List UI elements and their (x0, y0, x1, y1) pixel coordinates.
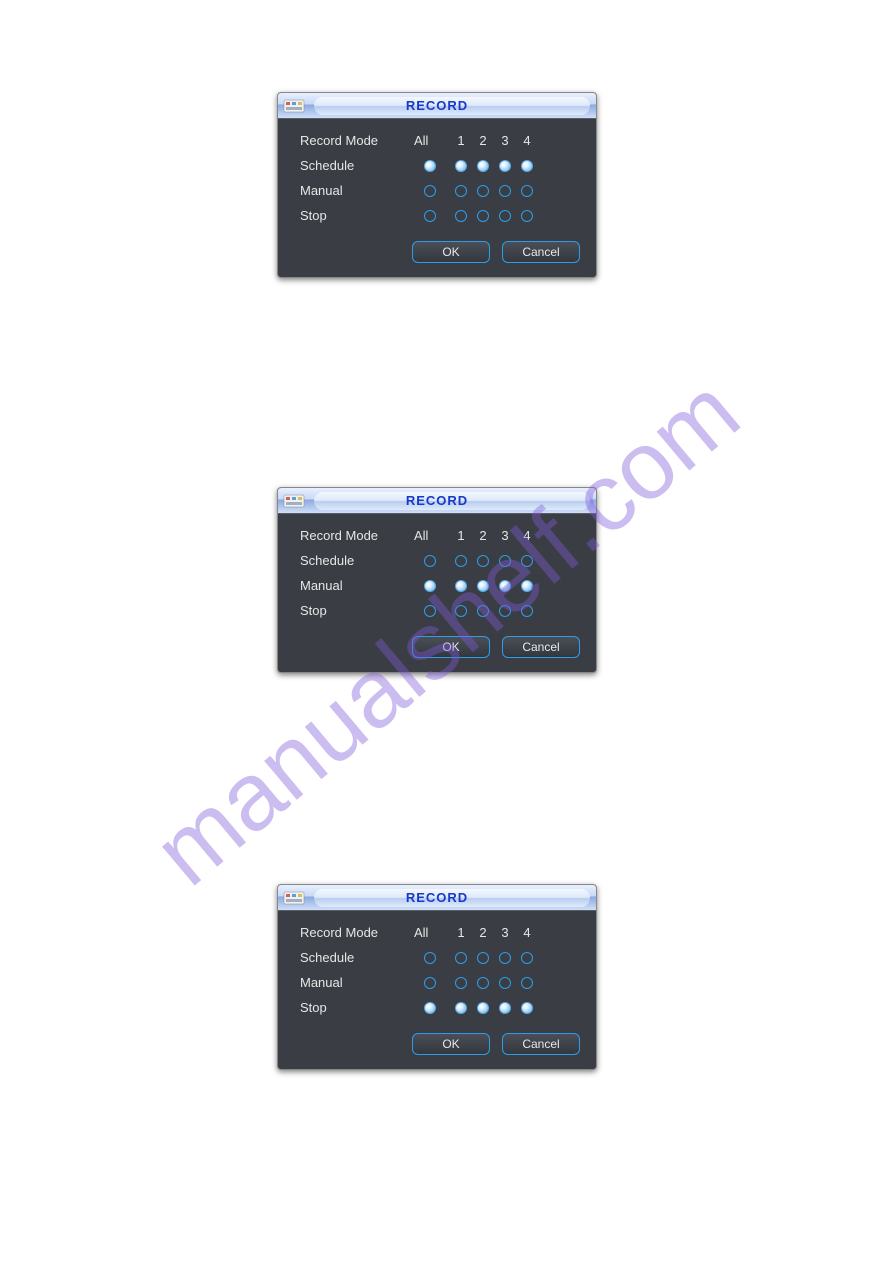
radio-manual-1[interactable] (455, 580, 467, 592)
radio-schedule-all[interactable] (424, 952, 436, 964)
header-ch1: 1 (450, 925, 472, 940)
radio-stop-1[interactable] (455, 605, 467, 617)
dialog-body: Record Mode All 1 2 3 4 Schedule Manual … (278, 911, 596, 1069)
cancel-button[interactable]: Cancel (502, 636, 580, 658)
radio-manual-4[interactable] (521, 185, 533, 197)
titlebar: RECORD (278, 488, 596, 514)
radio-manual-3[interactable] (499, 977, 511, 989)
radio-schedule-2[interactable] (477, 555, 489, 567)
header-ch2: 2 (472, 528, 494, 543)
radio-manual-2[interactable] (477, 977, 489, 989)
header-record-mode: Record Mode (300, 925, 410, 940)
radio-schedule-4[interactable] (521, 160, 533, 172)
radio-manual-1[interactable] (455, 185, 467, 197)
radio-stop-2[interactable] (477, 605, 489, 617)
row-label-schedule: Schedule (300, 553, 410, 568)
header-ch1: 1 (450, 528, 472, 543)
radio-stop-1[interactable] (455, 1002, 467, 1014)
record-icon (282, 491, 306, 511)
record-dialog: RECORD Record Mode All 1 2 3 4 Schedule … (277, 92, 597, 278)
radio-schedule-1[interactable] (455, 952, 467, 964)
header-all: All (410, 925, 450, 940)
row-label-manual: Manual (300, 975, 410, 990)
radio-schedule-1[interactable] (455, 160, 467, 172)
radio-manual-all[interactable] (424, 977, 436, 989)
header-ch3: 3 (494, 528, 516, 543)
header-ch1: 1 (450, 133, 472, 148)
radio-manual-2[interactable] (477, 580, 489, 592)
header-ch2: 2 (472, 133, 494, 148)
radio-manual-all[interactable] (424, 185, 436, 197)
row-label-schedule: Schedule (300, 950, 410, 965)
radio-manual-1[interactable] (455, 977, 467, 989)
header-ch4: 4 (516, 528, 538, 543)
radio-stop-2[interactable] (477, 210, 489, 222)
titlebar: RECORD (278, 93, 596, 119)
radio-stop-2[interactable] (477, 1002, 489, 1014)
dialog-title: RECORD (314, 492, 590, 510)
row-label-manual: Manual (300, 578, 410, 593)
radio-schedule-1[interactable] (455, 555, 467, 567)
row-label-manual: Manual (300, 183, 410, 198)
radio-schedule-4[interactable] (521, 952, 533, 964)
radio-schedule-3[interactable] (499, 952, 511, 964)
ok-button[interactable]: OK (412, 636, 490, 658)
radio-manual-3[interactable] (499, 580, 511, 592)
header-ch4: 4 (516, 925, 538, 940)
radio-manual-4[interactable] (521, 580, 533, 592)
radio-stop-all[interactable] (424, 1002, 436, 1014)
header-all: All (410, 133, 450, 148)
radio-schedule-all[interactable] (424, 555, 436, 567)
dialog-body: Record Mode All 1 2 3 4 Schedule Manual … (278, 514, 596, 672)
dialog-title: RECORD (314, 97, 590, 115)
radio-manual-2[interactable] (477, 185, 489, 197)
radio-stop-3[interactable] (499, 210, 511, 222)
radio-stop-4[interactable] (521, 210, 533, 222)
radio-stop-3[interactable] (499, 1002, 511, 1014)
radio-stop-4[interactable] (521, 605, 533, 617)
header-all: All (410, 528, 450, 543)
record-icon (282, 888, 306, 908)
titlebar: RECORD (278, 885, 596, 911)
ok-button[interactable]: OK (412, 241, 490, 263)
radio-stop-all[interactable] (424, 605, 436, 617)
header-ch3: 3 (494, 925, 516, 940)
row-label-stop: Stop (300, 603, 410, 618)
record-icon (282, 96, 306, 116)
header-record-mode: Record Mode (300, 133, 410, 148)
radio-schedule-all[interactable] (424, 160, 436, 172)
ok-button[interactable]: OK (412, 1033, 490, 1055)
header-ch3: 3 (494, 133, 516, 148)
dialog-title: RECORD (314, 889, 590, 907)
radio-stop-all[interactable] (424, 210, 436, 222)
radio-manual-all[interactable] (424, 580, 436, 592)
row-label-stop: Stop (300, 1000, 410, 1015)
radio-schedule-3[interactable] (499, 555, 511, 567)
row-label-schedule: Schedule (300, 158, 410, 173)
header-record-mode: Record Mode (300, 528, 410, 543)
dialog-body: Record Mode All 1 2 3 4 Schedule Manual … (278, 119, 596, 277)
radio-manual-4[interactable] (521, 977, 533, 989)
header-ch4: 4 (516, 133, 538, 148)
record-dialog: RECORD Record Mode All 1 2 3 4 Schedule … (277, 487, 597, 673)
radio-schedule-2[interactable] (477, 160, 489, 172)
radio-schedule-3[interactable] (499, 160, 511, 172)
radio-stop-3[interactable] (499, 605, 511, 617)
cancel-button[interactable]: Cancel (502, 1033, 580, 1055)
record-dialog: RECORD Record Mode All 1 2 3 4 Schedule … (277, 884, 597, 1070)
cancel-button[interactable]: Cancel (502, 241, 580, 263)
header-ch2: 2 (472, 925, 494, 940)
radio-stop-4[interactable] (521, 1002, 533, 1014)
radio-schedule-4[interactable] (521, 555, 533, 567)
radio-stop-1[interactable] (455, 210, 467, 222)
radio-manual-3[interactable] (499, 185, 511, 197)
row-label-stop: Stop (300, 208, 410, 223)
radio-schedule-2[interactable] (477, 952, 489, 964)
